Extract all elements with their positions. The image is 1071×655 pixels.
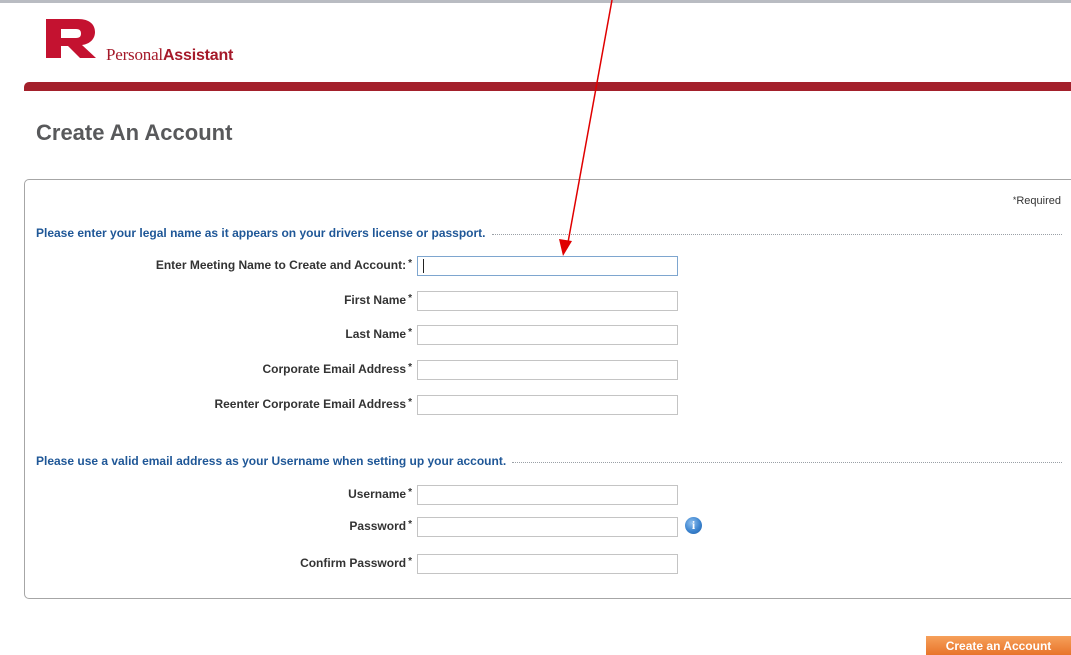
field-row-username: Username * [0, 485, 700, 505]
page-title: Create An Account [36, 120, 233, 145]
field-label: Username * [348, 487, 412, 501]
required-asterisk: * [408, 327, 412, 338]
field-row-first-name: First Name * [0, 291, 700, 311]
page: PersonalAssistant Create An Account *Req… [0, 0, 1071, 655]
field-label: Last Name * [345, 327, 412, 341]
confirm-password-input[interactable] [417, 554, 678, 574]
section-heading-legal-name: Please enter your legal name as it appea… [36, 226, 1062, 240]
required-asterisk: * [408, 519, 412, 530]
field-row-corporate-email: Corporate Email Address * [0, 360, 700, 380]
field-row-password: Password * [0, 517, 700, 537]
brand-name: PersonalAssistant [106, 45, 233, 65]
field-label-text: Password [349, 519, 407, 533]
field-label: Corporate Email Address * [262, 362, 412, 376]
section-divider [491, 233, 1062, 235]
required-asterisk: * [408, 556, 412, 567]
field-row-last-name: Last Name * [0, 325, 700, 345]
brand-name-bold: Assistant [162, 47, 234, 64]
field-label-text: Username [348, 487, 407, 501]
field-label-text: Last Name [345, 327, 407, 341]
username-input[interactable] [417, 485, 678, 505]
field-label: Reenter Corporate Email Address * [214, 397, 412, 411]
password-input[interactable] [417, 517, 678, 537]
last-name-input[interactable] [417, 325, 678, 345]
info-icon[interactable]: i [685, 517, 702, 534]
field-label-text: Corporate Email Address [262, 362, 407, 376]
field-label: Enter Meeting Name to Create and Account… [156, 258, 412, 272]
field-label-text: Confirm Password [300, 556, 407, 570]
field-label: Password * [349, 519, 412, 533]
required-asterisk: * [408, 293, 412, 304]
required-asterisk: * [408, 258, 412, 269]
required-note: *Required [1013, 195, 1061, 207]
section-heading-text: Please use a valid email address as your… [36, 454, 507, 468]
field-label: Confirm Password * [300, 556, 412, 570]
field-label-text: First Name [344, 293, 407, 307]
reenter-email-input[interactable] [417, 395, 678, 415]
field-label: First Name * [344, 293, 412, 307]
section-heading-text: Please enter your legal name as it appea… [36, 226, 486, 240]
field-label-text: Enter Meeting Name to Create and Account… [155, 258, 407, 272]
header-rule [24, 82, 1071, 91]
logo-r-icon [46, 19, 96, 58]
field-label-text: Reenter Corporate Email Address [214, 397, 407, 411]
field-row-meeting-name: Enter Meeting Name to Create and Account… [0, 256, 700, 276]
brand-name-regular: Personal [106, 45, 163, 64]
section-heading-username: Please use a valid email address as your… [36, 454, 1062, 468]
section-divider [512, 461, 1062, 463]
required-asterisk: * [408, 487, 412, 498]
field-row-confirm-password: Confirm Password * [0, 554, 700, 574]
corporate-email-input[interactable] [417, 360, 678, 380]
required-asterisk: * [408, 397, 412, 408]
text-caret [423, 259, 424, 273]
required-asterisk: * [408, 362, 412, 373]
top-border [0, 0, 1071, 3]
create-account-button[interactable]: Create an Account [926, 636, 1071, 655]
required-text: Required [1016, 195, 1061, 207]
field-row-reenter-email: Reenter Corporate Email Address * [0, 395, 700, 415]
first-name-input[interactable] [417, 291, 678, 311]
meeting-name-input[interactable] [417, 256, 678, 276]
